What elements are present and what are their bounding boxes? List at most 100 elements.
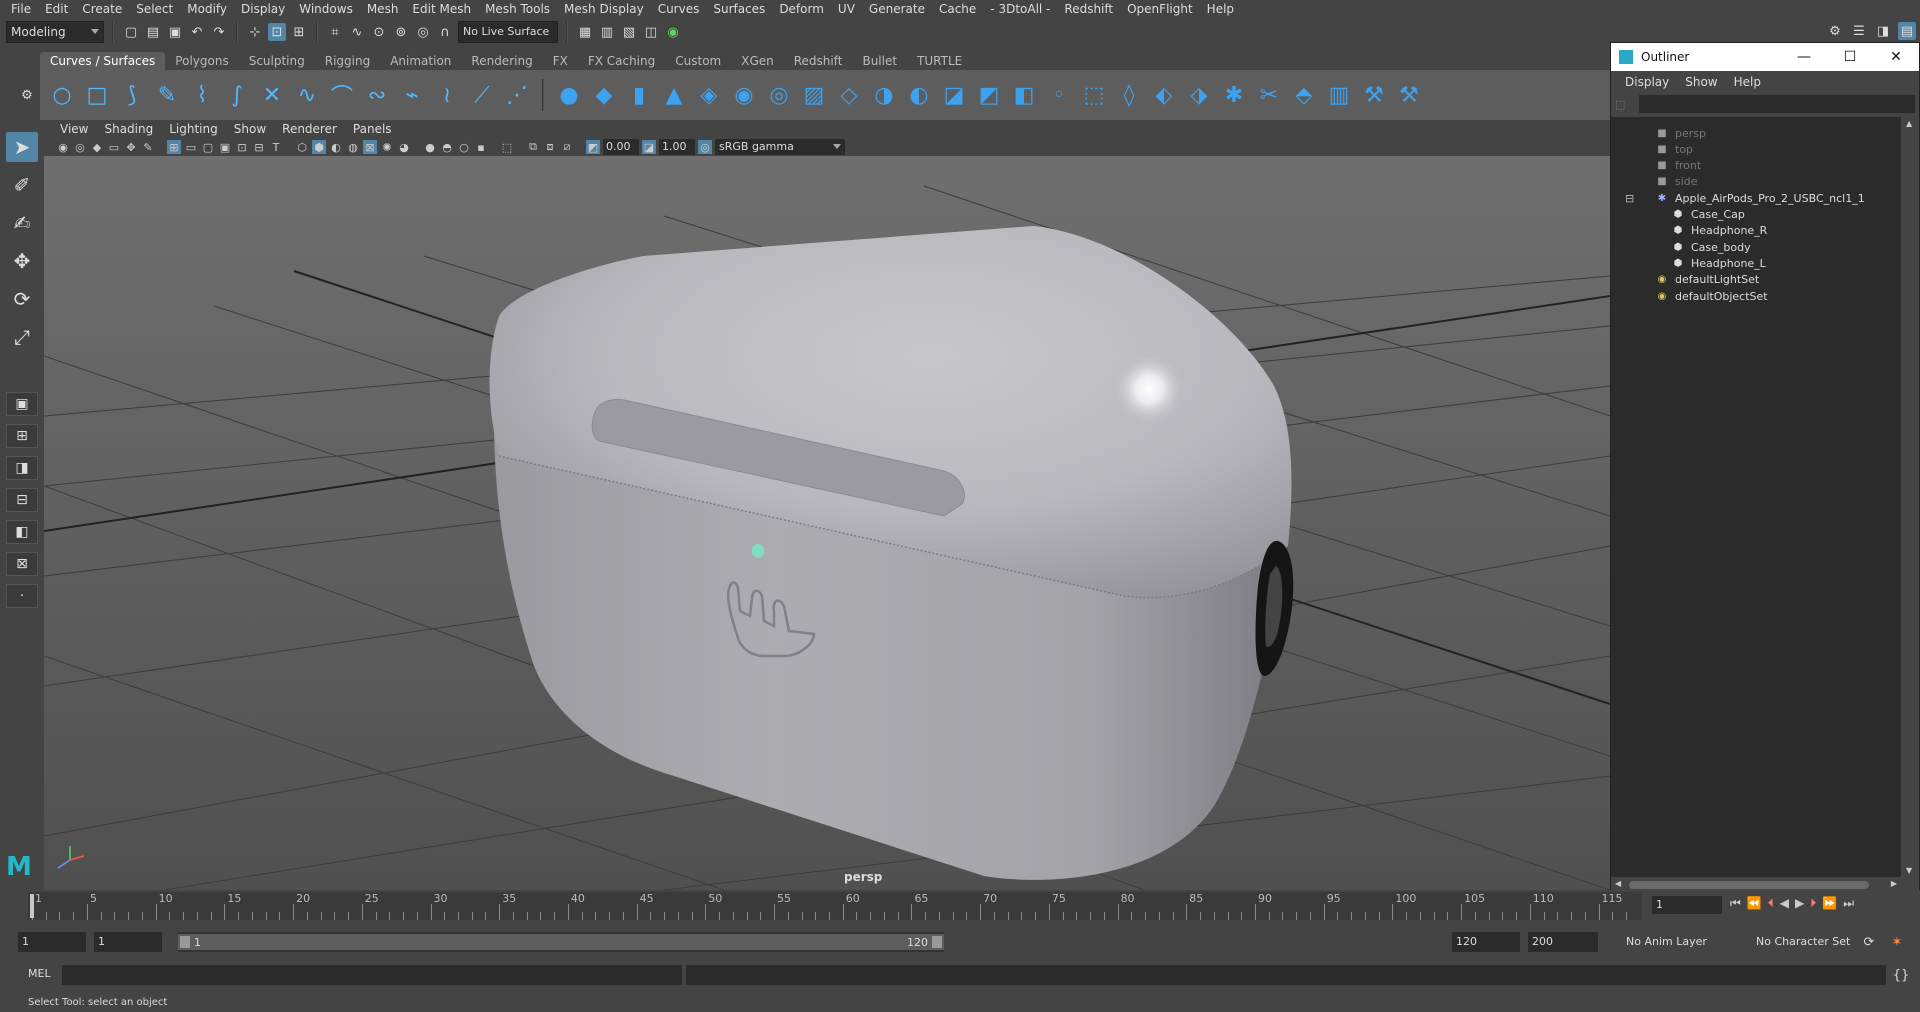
menu-item[interactable]: UV [831,2,862,16]
exposure-field[interactable]: 0.00 [603,139,639,155]
range-slider-track[interactable]: 1 120 [178,932,944,952]
intersect-icon[interactable]: ◦ [1045,81,1073,109]
shadows-icon[interactable]: ◕ [397,140,411,154]
panel-menu-item[interactable]: View [52,122,96,136]
menu-item[interactable]: Curves [651,2,707,16]
square-surface-icon[interactable]: ◧ [1010,81,1038,109]
move-tool-icon[interactable]: ✥ [6,246,38,276]
shelf-tab[interactable]: Animation [380,52,461,70]
shelf-tab[interactable]: Polygons [165,52,238,70]
xray-icon[interactable]: ⊠ [363,140,377,154]
step-forward-key-icon[interactable]: ⏩ [1822,896,1837,911]
perspective-viewport[interactable]: persp [44,156,1610,890]
panel-menu-item[interactable]: Panels [345,122,400,136]
live-surface-field[interactable]: No Live Surface [458,21,558,43]
menu-item[interactable]: OpenFlight [1120,2,1200,16]
nurbs-cube-icon[interactable]: ◆ [590,81,618,109]
cv-curve-icon[interactable]: ⟆ [118,81,146,109]
field-chart-icon[interactable]: ⊡ [235,140,249,154]
two-d-pan-icon[interactable]: ✥ [124,140,138,154]
image-plane-icon[interactable]: ▭ [107,140,121,154]
modeling-toolkit-icon[interactable]: ⚙ [1826,22,1844,40]
add-points-icon[interactable]: ⋰ [503,81,531,109]
tool-settings-icon[interactable]: ◨ [1874,22,1892,40]
motion-blur-icon[interactable]: ◓ [440,140,454,154]
select-component-icon[interactable]: ⊞ [290,23,308,41]
render-settings-icon[interactable]: ▧ [620,23,638,41]
resolution-gate-icon[interactable]: ▢ [201,140,215,154]
auto-key-icon[interactable]: ⟳ [1860,933,1878,951]
shelf-tab[interactable]: FX [543,52,578,70]
range-slider-thumb[interactable]: 1 120 [178,934,944,950]
trim-icon[interactable]: ◊ [1115,81,1143,109]
snap-point-icon[interactable]: ⊙ [370,23,388,41]
menu-item[interactable]: Mesh Tools [478,2,557,16]
bezier-curve-icon[interactable]: ⌇ [188,81,216,109]
sculpt-geometry-icon[interactable]: ⚒ [1395,81,1423,109]
outliner-menu-item[interactable]: Display [1617,75,1677,89]
step-forward-frame-icon[interactable]: ⏵ [1810,896,1816,911]
filter-icon[interactable]: ⬚ [1615,98,1625,111]
shelf-tab[interactable]: Custom [665,52,731,70]
script-language-label[interactable]: MEL [28,967,51,980]
select-hierarchy-icon[interactable]: ⊹ [246,23,264,41]
time-slider-track[interactable]: 1 5 10 15 20 25 30 35 40 45 50 55 60 65 70 75 80 85 90 95 10… [28,892,1642,920]
open-close-icon[interactable]: ✂ [1255,81,1283,109]
use-all-lights-icon[interactable]: ✺ [380,140,394,154]
exposure-icon[interactable]: ◩ [586,140,600,154]
outliner-search-input[interactable] [1639,95,1915,113]
collapse-icon[interactable]: ⊟ [1625,192,1634,205]
paint-select-tool-icon[interactable]: ✍ [6,208,38,238]
range-start-handle[interactable] [180,936,190,948]
ambient-occlusion-icon[interactable]: ● [423,140,437,154]
smooth-shade-icon[interactable]: ⬢ [312,140,326,154]
backface-icon[interactable]: ⧄ [560,140,574,154]
extend-curve-icon[interactable]: ⌁ [398,81,426,109]
ipr-render-icon[interactable]: ▥ [598,23,616,41]
nurbs-cone-icon[interactable]: ▲ [660,81,688,109]
shelf-tab[interactable]: FX Caching [578,52,665,70]
shelf-tab[interactable]: TURTLE [907,52,972,70]
select-tool-icon[interactable]: ➤ [6,132,38,162]
menu-item[interactable]: Mesh [360,2,406,16]
panel-menu-item[interactable]: Renderer [274,122,345,136]
menu-item[interactable]: Modify [180,2,234,16]
outliner-item[interactable]: ◉ defaultObjectSet [1655,286,1768,306]
attach-surfaces-icon[interactable]: ⬗ [1185,81,1213,109]
nurbs-plane-icon[interactable]: ◈ [695,81,723,109]
outliner-menu-item[interactable]: Help [1726,75,1769,89]
maximize-icon[interactable]: ☐ [1827,49,1873,65]
hypershade-icon[interactable]: ◫ [642,23,660,41]
animation-end-field[interactable]: 200 [1528,932,1598,952]
nurbs-square-icon[interactable]: □ [83,81,111,109]
snap-grid-icon[interactable]: ⌗ [326,23,344,41]
single-perspective-layout-icon[interactable]: ▣ [6,392,38,416]
detach-surfaces-icon[interactable]: ✱ [1220,81,1248,109]
command-input[interactable] [62,965,682,985]
shelf-tab[interactable]: Sculpting [239,52,315,70]
revolve-icon[interactable]: ◎ [765,81,793,109]
save-scene-icon[interactable]: ▣ [166,23,184,41]
render-frame-icon[interactable]: ▦ [576,23,594,41]
step-back-frame-icon[interactable]: ⏴ [1768,896,1774,911]
nurbs-cylinder-icon[interactable]: ▮ [625,81,653,109]
snap-surface-icon[interactable]: ◎ [414,23,432,41]
playback-start-field[interactable]: 1 [94,932,162,952]
birail-icon[interactable]: ◐ [905,81,933,109]
nurbs-torus-icon[interactable]: ◉ [730,81,758,109]
menu-set-dropdown[interactable]: Modeling [6,21,104,43]
step-back-key-icon[interactable]: ⏪ [1747,896,1762,911]
open-scene-icon[interactable]: ▤ [144,23,162,41]
scale-tool-icon[interactable]: ⤢ [6,322,38,352]
channel-box-icon[interactable]: ▤ [1898,22,1916,40]
minimize-icon[interactable]: — [1781,49,1827,65]
rebuild-surface-icon[interactable]: ⚒ [1360,81,1388,109]
panel-menu-item[interactable]: Lighting [161,122,226,136]
menu-item[interactable]: File [4,2,38,16]
anim-layer-dropdown[interactable]: No Anim Layer [1622,932,1732,952]
snap-view-icon[interactable]: ⊚ [392,23,410,41]
range-end-handle[interactable] [932,936,942,948]
go-to-end-icon[interactable]: ⏭ [1843,896,1854,911]
isolate-select-icon[interactable]: ⬚ [500,140,514,154]
xray-active-icon[interactable]: ⧈ [543,140,557,154]
